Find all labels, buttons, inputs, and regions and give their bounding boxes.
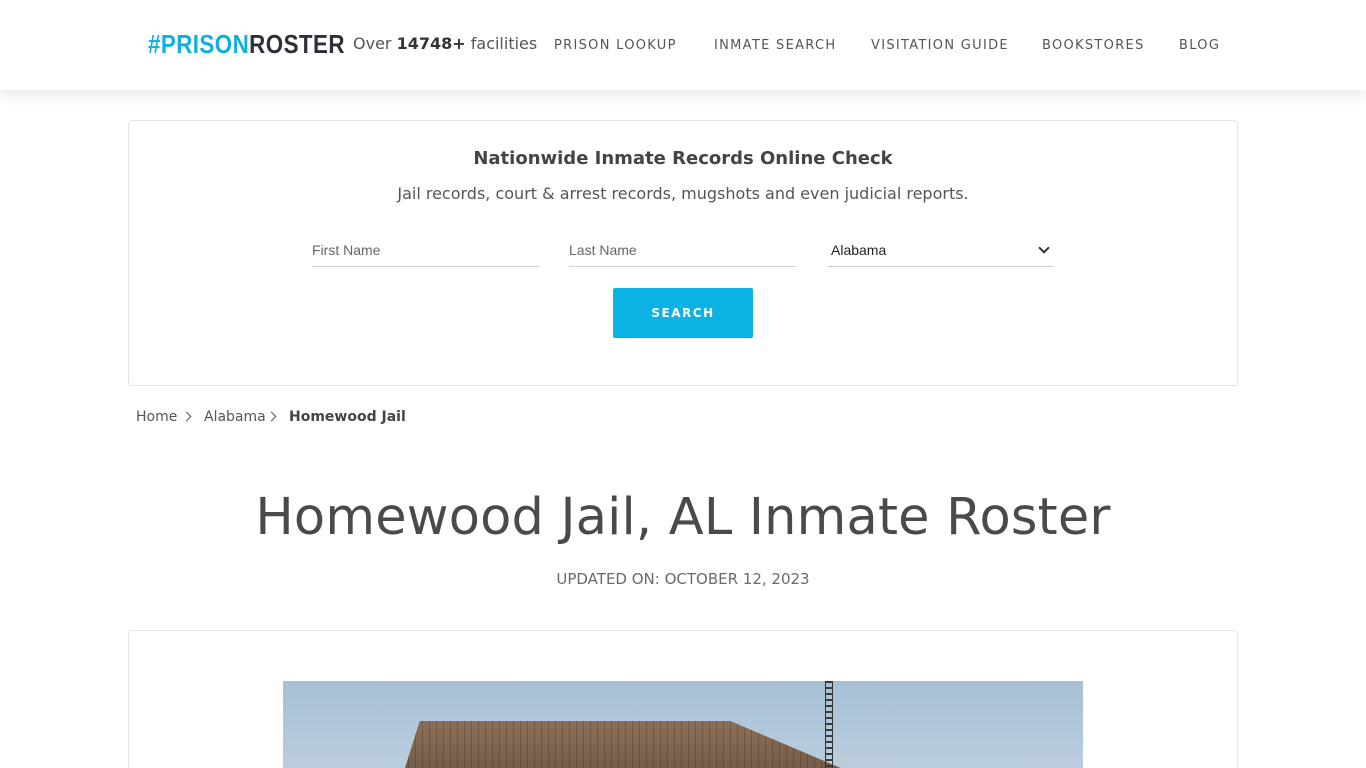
search-title: Nationwide Inmate Records Online Check [473,148,893,169]
chevron-right-icon [181,411,192,422]
logo-hash: # [148,28,161,59]
facility-photo [283,681,1083,768]
facilities-count-text: Over 14748+ facilities [353,34,537,53]
breadcrumb-current: Homewood Jail [289,409,406,425]
facilities-count: 14748+ [396,34,466,53]
facilities-prefix: Over [353,34,392,53]
nav-prison-lookup[interactable]: PRISON LOOKUP [554,38,677,53]
state-select[interactable]: Alabama [827,234,1054,266]
facility-content-card [128,630,1238,768]
logo-prison: PRISON [160,28,250,59]
last-name-input[interactable] [569,234,796,266]
first-name-input[interactable] [312,234,539,266]
nav-inmate-search[interactable]: INMATE SEARCH [714,38,836,53]
site-logo[interactable]: # PRISON ROSTER [148,28,345,60]
state-field-wrap: Alabama [827,234,1054,267]
updated-date: UPDATED ON: OCTOBER 12, 2023 [556,570,810,588]
radio-tower [825,681,833,768]
nav-visitation-guide[interactable]: VISITATION GUIDE [871,38,1009,53]
chevron-right-icon [266,411,277,422]
page-title: Homewood Jail, AL Inmate Roster [255,488,1111,547]
logo-roster: ROSTER [249,28,345,59]
building-roof [401,721,871,768]
site-header: # PRISON ROSTER Over 14748+ facilities PRI… [0,0,1366,90]
facilities-suffix: facilities [470,34,538,53]
nav-blog[interactable]: BLOG [1179,38,1220,53]
inmate-search-card: Nationwide Inmate Records Online Check J… [128,120,1238,386]
first-name-field-wrap [312,234,539,267]
breadcrumb-alabama[interactable]: Alabama [204,409,266,425]
breadcrumb-home[interactable]: Home [136,409,177,425]
search-subtitle: Jail records, court & arrest records, mu… [397,184,969,203]
search-button[interactable]: SEARCH [613,288,753,338]
last-name-field-wrap [569,234,796,267]
nav-bookstores[interactable]: BOOKSTORES [1042,38,1145,53]
